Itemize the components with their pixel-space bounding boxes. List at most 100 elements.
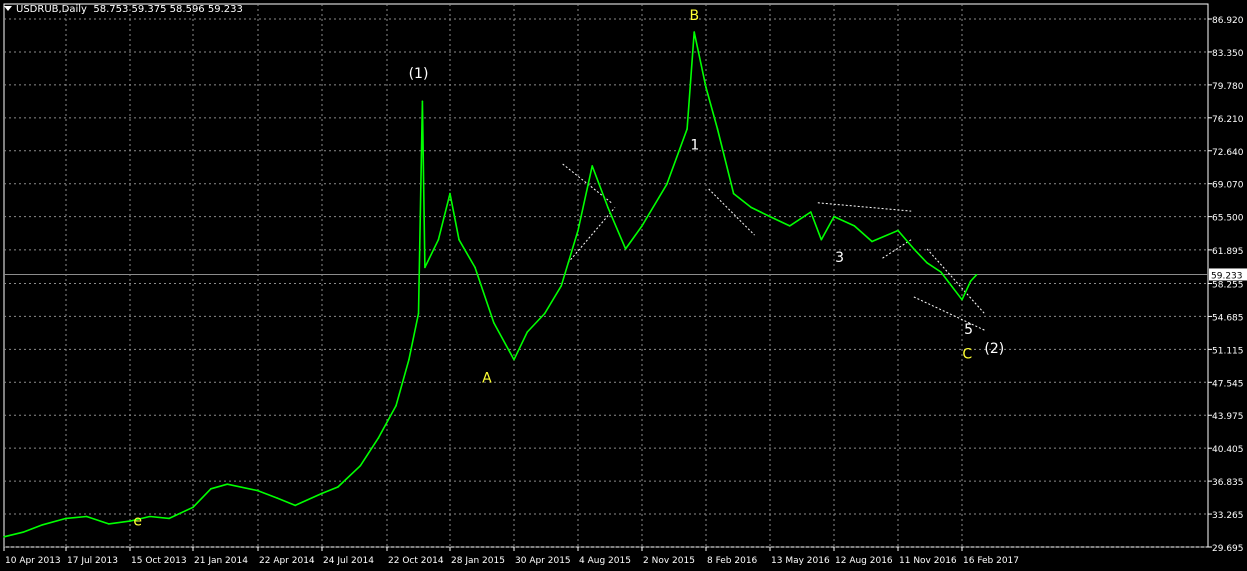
wave-label: 1: [690, 137, 699, 153]
plot-border: [3, 3, 1209, 548]
price-point: [750, 206, 752, 209]
price-point: [624, 248, 627, 250]
y-tick-label: 51.115: [1212, 346, 1244, 356]
price-point: [359, 464, 362, 467]
x-tick-label: 17 Jul 2013: [67, 556, 118, 566]
price-point: [129, 520, 131, 522]
price-point: [577, 229, 579, 232]
price-point: [168, 517, 171, 520]
price-point: [705, 86, 707, 89]
y-tick-label: 83.350: [1212, 49, 1244, 59]
price-point: [22, 531, 24, 533]
trend-line: [567, 207, 616, 264]
price-point: [417, 312, 420, 315]
trend-line: [708, 188, 755, 236]
wave-label: A: [482, 371, 492, 387]
wave-label: C: [962, 347, 972, 363]
price-point: [769, 215, 771, 218]
y-tick-label: 79.780: [1212, 82, 1244, 92]
price-point: [107, 523, 110, 525]
price-point: [210, 488, 212, 490]
price-point: [337, 486, 339, 488]
price-point: [85, 515, 88, 518]
price-point: [686, 128, 688, 130]
x-tick-label: 22 Apr 2014: [259, 556, 315, 566]
price-point: [913, 248, 915, 250]
x-tick-label: 8 Feb 2016: [707, 556, 758, 566]
x-tick-label: 16 Feb 2017: [963, 556, 1019, 566]
x-tick-label: 2 Nov 2015: [643, 556, 695, 566]
y-tick-label: 69.070: [1212, 181, 1244, 191]
y-tick-label: 76.210: [1212, 115, 1244, 125]
x-tick-label: 10 Apr 2013: [5, 556, 61, 566]
x-tick-label: 28 Jan 2015: [451, 556, 505, 566]
price-line: [3, 31, 978, 538]
y-tick-label: 54.685: [1212, 313, 1244, 323]
wave-label: (2): [984, 341, 1004, 357]
y-tick-label: 65.500: [1212, 214, 1244, 224]
y-tick-label: 40.405: [1212, 445, 1244, 455]
price-point: [437, 238, 440, 241]
price-point: [961, 298, 963, 301]
wave-label: 3: [835, 250, 844, 266]
price-point: [926, 261, 928, 264]
wave-label: e: [133, 514, 142, 530]
y-tick-label: 47.545: [1212, 379, 1244, 389]
price-point: [276, 497, 279, 499]
price-point: [377, 437, 380, 439]
trend-line: [882, 239, 912, 259]
trend-line: [913, 296, 985, 331]
x-tick-label: 11 Nov 2016: [899, 556, 957, 566]
x-tick-label: 30 Apr 2015: [515, 556, 571, 566]
price-point: [666, 183, 668, 186]
price-point: [732, 192, 735, 195]
price-point: [65, 517, 67, 520]
price-point: [408, 358, 410, 361]
trend-line: [926, 248, 985, 314]
y-tick-label: 86.920: [1212, 16, 1244, 26]
price-point: [969, 280, 972, 283]
y-tick-label: 33.265: [1212, 511, 1244, 521]
y-tick-label: 72.640: [1212, 148, 1244, 158]
grid: [3, 3, 1209, 548]
price-point: [975, 273, 978, 276]
price-point: [833, 215, 835, 218]
x-tick-label: 4 Aug 2015: [579, 556, 631, 566]
price-point: [693, 31, 696, 33]
price-point: [897, 229, 899, 232]
price-point: [809, 211, 812, 213]
price-chart[interactable]: (1) B 1 A 3 e 5 C (2) 86.920 83.350 79.780 76.210 72…: [0, 0, 1247, 571]
price-point: [871, 240, 873, 243]
price-point: [421, 100, 424, 103]
price-point: [192, 506, 194, 509]
price-point: [493, 321, 495, 324]
y-axis: 86.920 83.350 79.780 76.210 72.640 69.070 65.5…: [1208, 16, 1247, 554]
price-point: [853, 225, 856, 227]
price-point: [41, 524, 44, 526]
x-axis: 10 Apr 2013 17 Jul 2013 15 Oct 2013 21 Jan …: [3, 547, 1019, 566]
y-tick-label: 61.895: [1212, 247, 1244, 257]
price-point: [788, 225, 791, 227]
x-tick-label: 13 May 2016: [771, 556, 830, 566]
price-point: [526, 331, 529, 333]
price-point: [641, 225, 643, 227]
y-tick-label: 58.255: [1212, 280, 1244, 290]
price-point: [257, 489, 259, 492]
price-point: [940, 271, 942, 273]
price-point: [543, 312, 546, 315]
x-tick-label: 22 Oct 2014: [388, 556, 444, 566]
price-point: [395, 404, 397, 407]
price-point: [424, 266, 426, 269]
x-tick-label: 21 Jan 2014: [194, 556, 248, 566]
price-point: [449, 192, 451, 195]
trend-line: [817, 202, 912, 212]
price-point: [474, 266, 476, 269]
price-point: [226, 483, 229, 486]
price-point: [149, 515, 151, 518]
x-tick-label: 24 Jul 2014: [323, 556, 374, 566]
price-point: [607, 206, 609, 209]
wave-label: B: [689, 8, 699, 24]
y-tick-label: 43.975: [1212, 412, 1244, 422]
current-price-label: 59.233: [1211, 271, 1243, 281]
x-tick-label: 12 Aug 2016: [835, 556, 893, 566]
